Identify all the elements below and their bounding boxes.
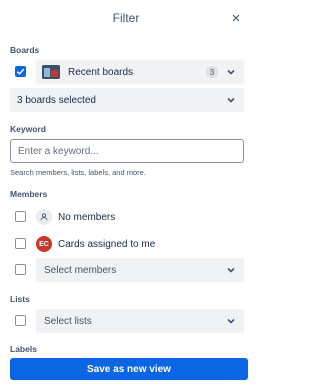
panel-header: Filter ×: [0, 0, 252, 36]
save-as-new-view-button[interactable]: Save as new view: [10, 358, 248, 380]
lists-label: Lists: [10, 294, 30, 304]
select-members-placeholder: Select members: [44, 264, 117, 276]
avatar: EC: [36, 236, 52, 252]
no-members-checkbox[interactable]: [15, 211, 26, 222]
selected-boards-summary: 3 boards selected: [17, 94, 96, 106]
recent-boards-checkbox[interactable]: [15, 66, 26, 77]
close-icon[interactable]: ×: [226, 8, 246, 28]
assigned-to-me-checkbox[interactable]: [15, 238, 26, 249]
assigned-to-me-label: Cards assigned to me: [58, 238, 156, 250]
boards-label: Boards: [10, 45, 40, 55]
recent-boards-label: Recent boards: [68, 66, 134, 78]
chevron-down-icon: [227, 318, 235, 324]
person-icon: [36, 209, 52, 225]
assigned-to-me-option[interactable]: EC Cards assigned to me: [36, 235, 155, 253]
select-members-dropdown[interactable]: Select members: [36, 258, 244, 282]
select-lists-dropdown[interactable]: Select lists: [36, 309, 244, 333]
recent-boards-dropdown[interactable]: Recent boards 3: [36, 60, 244, 84]
keyword-input[interactable]: [10, 139, 244, 163]
select-members-checkbox[interactable]: [15, 264, 26, 275]
chevron-down-icon: [227, 69, 235, 75]
members-label: Members: [10, 189, 48, 199]
select-lists-checkbox[interactable]: [15, 315, 26, 326]
panel-title: Filter: [112, 11, 140, 25]
no-members-option[interactable]: No members: [36, 208, 115, 226]
check-icon: [16, 68, 25, 75]
filter-panel: Filter × Boards Recent boards 3 3 boards…: [0, 0, 252, 387]
chevron-down-icon: [227, 97, 235, 103]
boards-count-badge: 3: [206, 66, 218, 78]
labels-label: Labels: [10, 344, 37, 354]
chevron-down-icon: [227, 267, 235, 273]
no-members-label: No members: [58, 211, 116, 223]
select-lists-placeholder: Select lists: [44, 315, 92, 327]
keyword-help-text: Search members, lists, labels, and more.: [10, 168, 146, 177]
selected-boards-dropdown[interactable]: 3 boards selected: [10, 88, 244, 112]
keyword-label: Keyword: [10, 124, 46, 134]
board-thumbnail-icon: [42, 65, 60, 79]
